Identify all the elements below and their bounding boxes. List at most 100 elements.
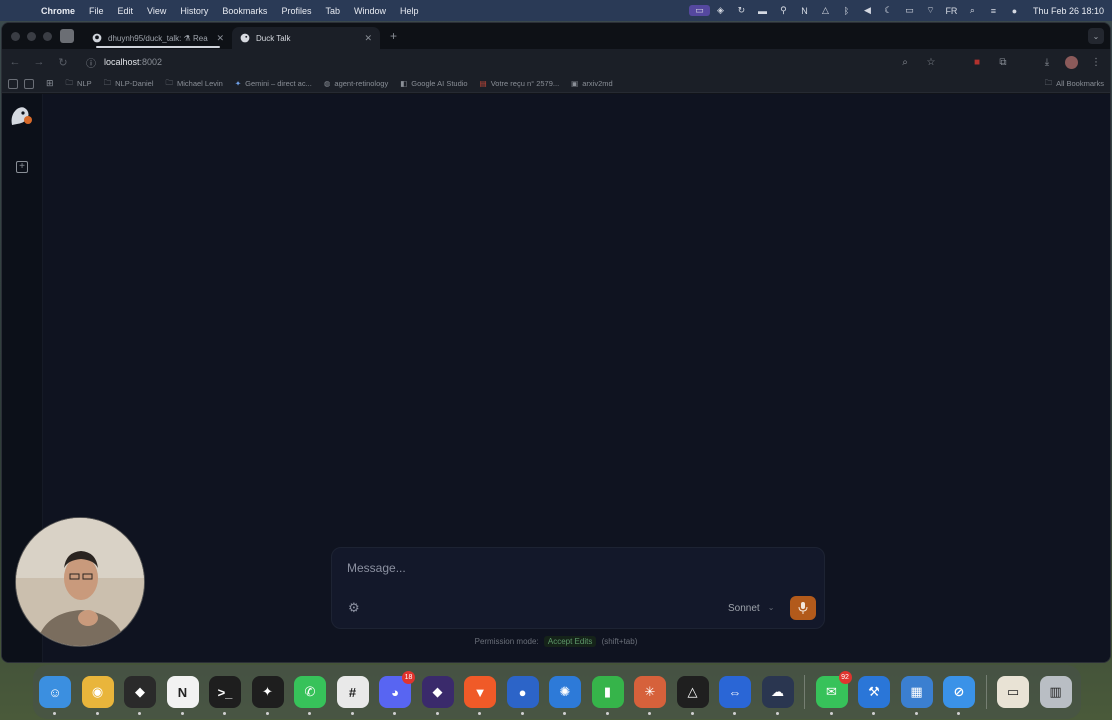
dock-claude-icon[interactable]: ✳ [634, 676, 666, 715]
input-source-icon[interactable]: FR [941, 6, 962, 16]
menu-app-name[interactable]: Chrome [34, 6, 82, 16]
dock-brave-icon[interactable]: ▼ [464, 676, 496, 715]
dock-slack-icon[interactable]: # [336, 676, 369, 715]
bookmark-agent-retinology[interactable]: ◍ agent-retinology [324, 79, 388, 88]
forward-icon[interactable]: → [32, 56, 46, 68]
close-tab-icon[interactable]: ✕ [364, 33, 372, 44]
moon-icon[interactable]: ☾ [878, 5, 899, 16]
message-composer: ⚙ Sonnet ⌄ [331, 547, 825, 629]
new-chat-icon[interactable]: + [16, 161, 28, 173]
battery-icon[interactable]: ▭ [899, 5, 920, 16]
bookmark-receipt[interactable]: ▤ Votre reçu n° 2579... [480, 79, 560, 88]
bookmark-app-icon[interactable] [8, 78, 18, 89]
warning-icon[interactable]: △ [815, 5, 836, 16]
tab-search-icon[interactable]: ⌄ [1088, 28, 1104, 44]
usb-icon[interactable]: ⚲ [773, 5, 794, 16]
new-tab-button[interactable]: + [390, 29, 397, 43]
dock-numbers-icon[interactable]: ▮ [591, 676, 624, 715]
star-icon[interactable]: ☆ [923, 57, 939, 68]
dock-terminal-icon[interactable]: >_ [209, 676, 241, 715]
dock-obsidian-icon[interactable]: ◆ [421, 676, 454, 715]
dock-vector-app-icon[interactable]: △ [676, 676, 709, 715]
siri-icon[interactable]: ● [1004, 6, 1025, 16]
dock-figma-icon[interactable]: ✦ [251, 676, 284, 715]
control-center-icon[interactable]: ≡ [983, 6, 1004, 16]
dock-trash-icon[interactable]: ▥ [1039, 676, 1072, 708]
zoom-window-button[interactable] [43, 31, 52, 41]
close-window-button[interactable] [11, 31, 20, 41]
address-bar[interactable]: ⓘ localhost:8002 [80, 52, 887, 72]
back-icon[interactable]: ← [8, 56, 22, 68]
menu-view[interactable]: View [140, 6, 173, 16]
sync-icon[interactable]: ↻ [731, 5, 752, 16]
cube-status-icon[interactable]: ◈ [710, 5, 731, 16]
webcam-overlay[interactable] [15, 517, 145, 647]
bookmark-google-ai-studio[interactable]: ◧ Google AI Studio [400, 79, 467, 88]
dock-windows-app-icon[interactable]: ▦ [900, 676, 933, 715]
window-controls [2, 31, 60, 41]
dock-discord-icon[interactable]: ◕ 18 [379, 671, 415, 715]
close-tab-icon[interactable]: ✕ [216, 33, 224, 44]
all-bookmarks[interactable]: 🗀 All Bookmarks [1045, 77, 1104, 90]
settings-gear-icon[interactable]: ⚙ [348, 600, 360, 616]
site-info-icon[interactable]: ⓘ [86, 55, 96, 70]
bookmark-app-icon[interactable] [24, 78, 34, 89]
menu-window[interactable]: Window [347, 6, 393, 16]
menu-tab[interactable]: Tab [318, 6, 347, 16]
model-selector[interactable]: Sonnet ⌄ [728, 603, 774, 614]
search-icon[interactable]: ⌕ [962, 5, 983, 16]
menu-help[interactable]: Help [393, 6, 426, 16]
download-icon[interactable]: ⤓ [1039, 57, 1055, 68]
receipt-icon: ▤ [479, 79, 487, 88]
browser-menu-icon[interactable]: ⋮ [1088, 57, 1104, 68]
dock-db-app-icon[interactable]: ● [506, 676, 539, 715]
permission-mode-hint: Permission mode: Accept Edits (shift+tab… [2, 636, 1110, 647]
bookmark-michael-levin[interactable]: 🗀 Michael Levin [166, 77, 223, 90]
wifi-icon[interactable]: ⌔ [920, 5, 941, 16]
extensions-icon[interactable]: ⧉ [995, 57, 1011, 68]
clock[interactable]: Thu Feb 26 18:10 [1025, 6, 1104, 16]
bookmark-nlp-daniel[interactable]: 🗀 NLP-Daniel [104, 77, 154, 90]
dock-safari-icon[interactable]: ⊘ [943, 676, 975, 715]
dock-cube-app-icon[interactable]: ◆ [124, 676, 156, 715]
microphone-button[interactable] [790, 596, 816, 620]
duck-logo-icon[interactable] [9, 105, 33, 127]
permission-mode-badge[interactable]: Accept Edits [543, 636, 597, 647]
menu-file[interactable]: File [82, 6, 111, 16]
dock-gear-app-icon[interactable]: ✺ [549, 676, 581, 715]
numbers-glyph: ▮ [603, 684, 612, 699]
bookmark-nlp[interactable]: 🗀 NLP [66, 77, 92, 90]
dock-notion-icon[interactable]: N [166, 676, 199, 715]
volume-icon[interactable]: ◀ [857, 5, 878, 16]
dock-chrome-icon[interactable]: ◉ [81, 676, 114, 715]
screen-record-icon[interactable]: ▭ [688, 5, 710, 16]
tab-duck-talk[interactable]: Duck Talk ✕ [232, 27, 380, 49]
menu-bookmarks[interactable]: Bookmarks [215, 6, 274, 16]
pinned-tab[interactable] [60, 29, 74, 43]
apps-grid-icon[interactable]: ⊞ [46, 78, 54, 89]
battery-status-icon[interactable]: ▬ [752, 6, 773, 16]
tab-github[interactable]: dhuynh95/duck_talk: ⚗ Rea ✕ [84, 27, 232, 49]
zoom-icon[interactable]: ⌕ [897, 57, 913, 68]
browser-toolbar: ← → ↻ ⓘ localhost:8002 ⌕ ☆ ■ ⧉ ⤓ ⋮ [2, 49, 1110, 75]
dock-teamviewer-icon[interactable]: ⇔ [719, 676, 751, 715]
bluetooth-icon[interactable]: ᛒ [836, 6, 857, 16]
reload-icon[interactable]: ↻ [56, 56, 70, 69]
dock-cloud-app-icon[interactable]: ☁ [761, 676, 794, 715]
menu-edit[interactable]: Edit [111, 6, 141, 16]
dock-whatsapp-icon[interactable]: ✆ [294, 676, 326, 715]
menu-profiles[interactable]: Profiles [274, 6, 318, 16]
bookmark-gemini[interactable]: ✦ Gemini – direct ac... [235, 79, 312, 88]
vector-app-glyph: △ [687, 684, 698, 699]
dock-finder-icon[interactable]: ☺ [39, 676, 71, 715]
minimize-window-button[interactable] [27, 31, 36, 41]
bookmark-arxiv2md[interactable]: ▣ arxiv2md [571, 79, 613, 88]
extension-record-icon[interactable]: ■ [969, 57, 985, 68]
dock-messages-icon[interactable]: ✉ 92 [815, 671, 852, 715]
dock-files-icon[interactable]: ▭ [997, 676, 1029, 708]
notion-status-icon[interactable]: N [794, 6, 815, 16]
dock-xcode-icon[interactable]: ⚒ [858, 676, 890, 715]
message-input[interactable] [347, 561, 747, 575]
menu-history[interactable]: History [173, 6, 215, 16]
profile-avatar[interactable] [1065, 55, 1078, 69]
